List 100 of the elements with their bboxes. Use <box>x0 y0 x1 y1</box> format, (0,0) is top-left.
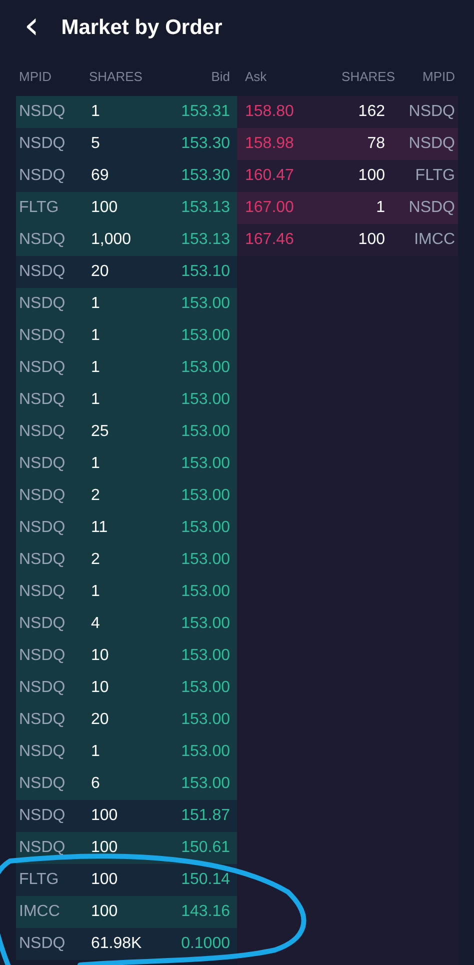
shares-cell-text: 4 <box>91 615 101 633</box>
shares-cell-text: 61.98K <box>91 935 143 953</box>
shares-cell-text: 78 <box>366 135 385 153</box>
bid-price: 153.00 <box>180 423 230 441</box>
mpid-cell-text: NSDQ <box>19 455 66 473</box>
shares-cell-text: 10 <box>91 679 110 697</box>
ask-price: 158.98 <box>245 135 295 153</box>
column-header: Bid <box>210 68 230 84</box>
bid-price: 153.00 <box>180 679 230 697</box>
shares-cell-text: 100 <box>357 167 385 185</box>
mpid-cell-text: IMCC <box>413 231 455 249</box>
bid-price: 153.00 <box>180 551 230 569</box>
bid-price: 153.00 <box>180 775 230 793</box>
mpid-cell-text: NSDQ <box>19 711 66 729</box>
bid-price: 153.00 <box>180 743 230 761</box>
mpid-cell-text: NSDQ <box>408 103 455 121</box>
bid-price: 153.00 <box>180 295 230 313</box>
ask-price: 167.46 <box>245 231 295 249</box>
shares-cell-text: 162 <box>357 103 385 121</box>
shares-cell-text: 1 <box>91 391 101 409</box>
shares-cell-text: 100 <box>91 871 119 889</box>
bid-price: 153.00 <box>180 711 230 729</box>
ask-price: 160.47 <box>245 167 295 185</box>
bid-price: 153.10 <box>180 263 230 281</box>
mpid-cell-text: NSDQ <box>19 679 66 697</box>
shares-cell-text: 1 <box>91 359 101 377</box>
column-header: Ask <box>245 68 268 84</box>
mpid-cell-text: NSDQ <box>19 391 66 409</box>
bid-price: 151.87 <box>180 807 230 825</box>
mpid-cell-text: NSDQ <box>19 775 66 793</box>
bid-price: 153.00 <box>180 615 230 633</box>
column-header: SHARES <box>340 68 395 84</box>
bid-price: 153.00 <box>180 519 230 537</box>
mpid-cell-text: NSDQ <box>19 743 66 761</box>
shares-cell-text: 1 <box>91 583 101 601</box>
mpid-cell-text: NSDQ <box>19 551 66 569</box>
column-header: MPID <box>422 68 455 84</box>
back-button[interactable]: ‹ <box>20 6 44 50</box>
shares-cell-text: 6 <box>91 775 101 793</box>
shares-cell-text: 2 <box>91 551 101 569</box>
mpid-cell-text: FLTG <box>19 871 60 889</box>
shares-cell-text: 20 <box>91 263 110 281</box>
ask-price: 158.80 <box>245 103 295 121</box>
mpid-cell-text: NSDQ <box>19 583 66 601</box>
shares-cell-text: 20 <box>91 711 110 729</box>
shares-cell-text: 100 <box>91 903 119 921</box>
mpid-cell-text: NSDQ <box>19 935 66 953</box>
bid-price: 153.00 <box>180 647 230 665</box>
mpid-cell-text: NSDQ <box>19 103 66 121</box>
shares-cell-text: 1 <box>375 199 385 217</box>
mpid-cell-text: FLTG <box>414 167 455 185</box>
mpid-cell-text: NSDQ <box>19 487 66 505</box>
column-header: MPID <box>19 68 52 84</box>
shares-cell-text: 100 <box>91 839 119 857</box>
mpid-cell-text: NSDQ <box>19 519 66 537</box>
mpid-cell-text: NSDQ <box>19 359 66 377</box>
shares-cell-text: 1 <box>91 295 101 313</box>
shares-cell-text: 11 <box>91 519 109 537</box>
mpid-cell-text: NSDQ <box>19 135 66 153</box>
shares-cell-text: 25 <box>91 423 110 441</box>
mpid-cell-text: NSDQ <box>19 231 66 249</box>
shares-cell-text: 1 <box>91 455 101 473</box>
mpid-cell-text: NSDQ <box>19 295 66 313</box>
shares-cell-text: 1 <box>91 743 101 761</box>
bid-price: 153.00 <box>180 327 230 345</box>
shares-cell-text: 100 <box>91 199 119 217</box>
mpid-cell-text: IMCC <box>19 903 61 921</box>
bid-price: 153.00 <box>180 391 230 409</box>
mpid-cell-text: NSDQ <box>19 615 66 633</box>
shares-cell-text: 2 <box>91 487 101 505</box>
shares-cell-text: 100 <box>91 807 119 825</box>
bid-price: 153.13 <box>180 231 230 249</box>
mpid-cell-text: NSDQ <box>19 327 66 345</box>
bid-price: 153.00 <box>180 455 230 473</box>
bid-price: 150.61 <box>180 839 230 857</box>
mpid-cell-text: NSDQ <box>19 647 66 665</box>
bid-price: 153.13 <box>180 199 230 217</box>
mpid-cell-text: NSDQ <box>19 167 66 185</box>
column-header: SHARES <box>89 68 144 84</box>
mpid-cell-text: NSDQ <box>408 199 455 217</box>
bid-price: 153.30 <box>180 167 230 185</box>
bid-price: 150.14 <box>180 871 230 889</box>
bid-price: 0.1000 <box>180 935 230 953</box>
bid-price: 153.00 <box>180 583 230 601</box>
shares-cell-text: 5 <box>91 135 101 153</box>
mpid-cell-text: NSDQ <box>408 135 455 153</box>
mpid-cell-text: NSDQ <box>19 839 66 857</box>
shares-cell-text: 1 <box>91 103 101 121</box>
mpid-cell-text: NSDQ <box>19 423 66 441</box>
shares-cell-text: 1 <box>91 327 101 345</box>
bid-price: 143.16 <box>180 903 230 921</box>
mpid-cell-text: NSDQ <box>19 807 66 825</box>
bid-price: 153.30 <box>180 135 230 153</box>
bid-price: 153.31 <box>180 103 230 121</box>
shares-cell-text: 1,000 <box>91 231 132 249</box>
ask-price: 167.00 <box>245 199 295 217</box>
shares-cell-text: 69 <box>91 167 110 185</box>
bid-price: 153.00 <box>180 487 230 505</box>
mpid-cell-text: FLTG <box>19 199 60 217</box>
page-title: Market by Order <box>61 16 222 40</box>
